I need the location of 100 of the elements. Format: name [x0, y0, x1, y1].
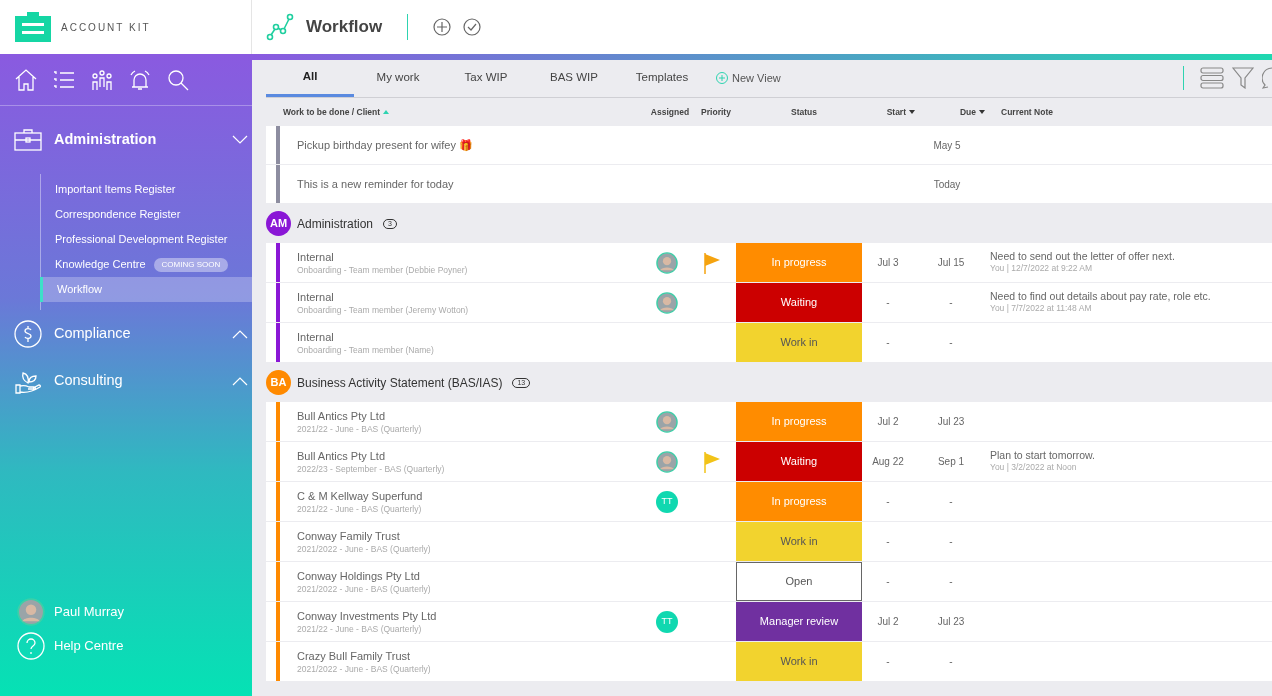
column-header[interactable]: Assigned [650, 105, 690, 119]
column-header[interactable]: Status [791, 105, 817, 119]
assignee-avatar [656, 291, 678, 314]
task-title[interactable]: C & M Kellway Superfund [297, 488, 646, 503]
column-header[interactable]: Priority [701, 105, 731, 119]
item-label: Knowledge Centre [55, 257, 146, 273]
chevron-up-icon[interactable] [232, 375, 248, 386]
list-view-icon[interactable] [1200, 67, 1224, 89]
add-icon [716, 72, 728, 84]
due-date: - [948, 336, 954, 350]
dollar-icon [14, 319, 42, 348]
item-label: Correspondence Register [55, 207, 181, 223]
column-header[interactable]: Start [886, 105, 906, 119]
task-subtitle: 2021/22 - June - BAS (Quarterly) [297, 422, 423, 435]
task-title[interactable]: Conway Family Trust [297, 528, 646, 543]
sidebar-item[interactable]: Professional Development Register [41, 227, 252, 252]
status-cell[interactable]: Work in [736, 522, 862, 561]
reminder-title[interactable]: Pickup birthday present for wifey 🎁 [280, 126, 922, 164]
due-date: May 5 [932, 138, 962, 153]
item-label: Workflow [57, 282, 103, 298]
group-title[interactable]: Administration [297, 214, 374, 233]
sidebar-item[interactable]: Important Items Register [41, 177, 252, 202]
task-title[interactable]: Internal [297, 249, 646, 264]
add-icon[interactable] [433, 18, 452, 36]
sidebar-section[interactable]: Compliance [0, 310, 252, 357]
task-title[interactable]: Conway Holdings Pty Ltd [297, 568, 646, 583]
sidebar-item[interactable]: Correspondence Register [41, 202, 252, 227]
task-subtitle: 2021/2022 - June - BAS (Quarterly) [297, 662, 432, 675]
current-note: Need to find out details about pay rate, role etc. [990, 290, 1212, 302]
new-view-button[interactable]: New View [716, 59, 781, 97]
flag-icon[interactable] [703, 251, 721, 274]
column-header[interactable]: Work to be done / Client [283, 105, 381, 119]
filter-icon[interactable] [1232, 67, 1254, 89]
assignee-avatar: TT [656, 610, 678, 633]
start-date: - [885, 535, 891, 549]
task-subtitle: Onboarding - Team member (Name) [297, 343, 435, 356]
due-date: Today [932, 177, 962, 192]
task-title[interactable]: Internal [297, 289, 646, 304]
sidebar-section[interactable]: Consulting [0, 357, 252, 404]
home-icon[interactable] [14, 67, 38, 92]
check-icon[interactable] [463, 18, 482, 36]
due-date: - [948, 535, 954, 549]
chat-icon[interactable] [1262, 67, 1272, 89]
status-cell[interactable]: Open [736, 562, 862, 601]
status-cell[interactable]: Waiting [736, 283, 862, 322]
start-date: Jul 2 [876, 615, 900, 629]
due-date: Jul 15 [936, 256, 966, 270]
tab[interactable]: Tax WIP [442, 59, 530, 97]
user-avatar [17, 598, 45, 626]
sort-down-icon [979, 110, 985, 114]
item-label: Important Items Register [55, 182, 176, 198]
people-icon[interactable] [90, 67, 114, 92]
help-icon[interactable] [17, 632, 45, 660]
tab[interactable]: My work [354, 59, 442, 97]
start-date: Jul 2 [876, 415, 900, 429]
column-header[interactable]: Due [959, 105, 976, 119]
due-date: Jul 23 [936, 415, 966, 429]
task-title[interactable]: Bull Antics Pty Ltd [297, 448, 646, 463]
sidebar-item[interactable]: Knowledge Centre COMING SOON [41, 252, 252, 277]
tab[interactable]: Templates [618, 59, 706, 97]
status-cell[interactable]: Work in [736, 642, 862, 681]
note-meta: You | 3/2/2022 at Noon [990, 460, 1078, 474]
due-date: - [948, 575, 954, 589]
task-title[interactable]: Conway Investments Pty Ltd [297, 608, 646, 623]
search-icon[interactable] [166, 67, 190, 92]
sort-down-icon [909, 110, 915, 114]
item-label: Professional Development Register [55, 232, 228, 248]
due-date: Jul 23 [936, 615, 966, 629]
start-date: - [885, 296, 891, 310]
current-note: Plan to start tomorrow. [990, 449, 1097, 461]
chevron-up-icon[interactable] [232, 328, 248, 339]
task-subtitle: 2021/2022 - June - BAS (Quarterly) [297, 542, 432, 555]
status-cell[interactable]: Waiting [736, 442, 862, 481]
due-date: - [948, 495, 954, 509]
start-date: Aug 22 [871, 455, 905, 469]
task-subtitle: Onboarding - Team member (Debbie Poyner) [297, 263, 469, 276]
note-meta: You | 7/7/2022 at 11:48 AM [990, 301, 1093, 315]
tab[interactable]: BAS WIP [530, 59, 618, 97]
group-avatar: AM [266, 211, 291, 236]
section-label: Compliance [54, 323, 131, 343]
start-date: - [885, 655, 891, 669]
status-cell[interactable]: Work in [736, 323, 862, 362]
chevron-down-icon[interactable] [232, 135, 248, 145]
status-cell[interactable]: Manager review [736, 602, 862, 641]
sidebar-section[interactable]: Administration [0, 106, 252, 174]
reminder-title[interactable]: This is a new reminder for today [280, 165, 922, 203]
task-title[interactable]: Crazy Bull Family Trust [297, 648, 646, 663]
workflow-icon [266, 13, 294, 41]
assignee-avatar [656, 410, 678, 433]
column-header[interactable]: Current Note [1001, 105, 1053, 119]
start-date: Jul 3 [876, 256, 900, 270]
task-subtitle: 2022/23 - September - BAS (Quarterly) [297, 462, 446, 475]
start-date: - [885, 575, 891, 589]
task-title[interactable]: Bull Antics Pty Ltd [297, 408, 646, 423]
group-title[interactable]: Business Activity Statement (BAS/IAS) [297, 373, 503, 392]
assignee-avatar [656, 450, 678, 473]
note-meta: You | 12/7/2022 at 9:22 AM [990, 261, 1094, 275]
assignee-avatar [656, 251, 678, 274]
tab[interactable]: All [266, 59, 354, 97]
task-title[interactable]: Internal [297, 329, 646, 344]
